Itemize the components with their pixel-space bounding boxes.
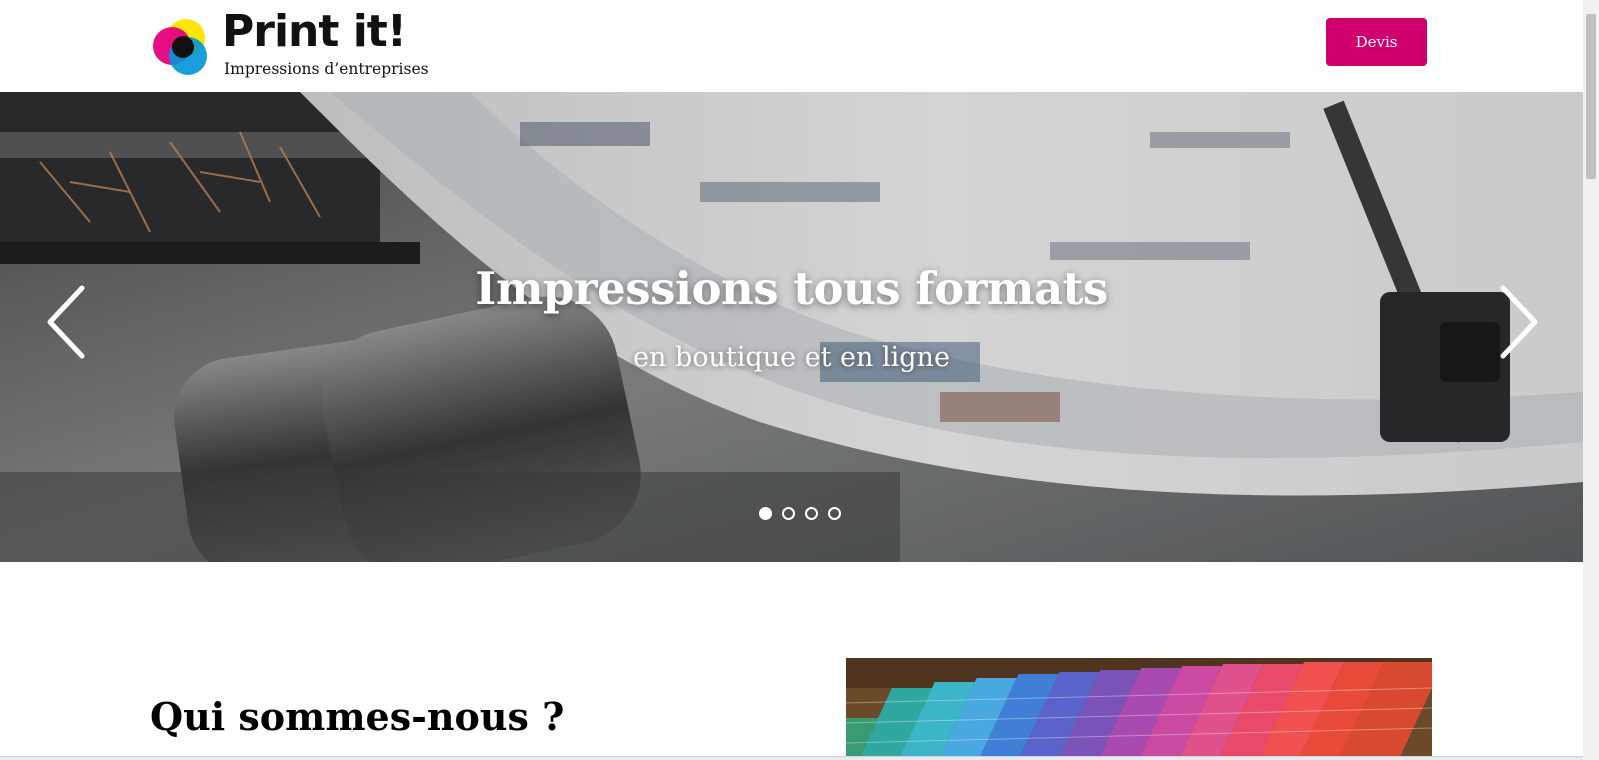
site-header: Print it! Impressions d’entreprises Devi… [0,0,1583,92]
carousel-indicators [0,507,1583,520]
carousel-dot-4[interactable] [827,507,841,520]
color-swatches-image [846,658,1432,756]
chevron-left-icon [47,285,85,359]
page-scrollbar[interactable] [1583,0,1599,760]
bottom-edge [0,756,1583,760]
about-title: Qui sommes-nous ? [150,694,565,739]
scrollbar-thumb[interactable] [1586,14,1596,179]
carousel-next-button[interactable] [1493,282,1543,362]
carousel-dot-1[interactable] [758,507,772,520]
hero-carousel: Impressions tous formats en boutique et … [0,92,1583,562]
carousel-dot-3[interactable] [804,507,818,520]
chevron-right-icon [1500,285,1538,359]
hero-printing-press-image [0,92,1583,562]
hero-title: Impressions tous formats [475,262,1108,315]
carousel-dot-2[interactable] [781,507,795,520]
logo-tagline: Impressions d’entreprises [224,60,429,78]
hero-subtitle: en boutique et en ligne [633,342,950,373]
devis-button[interactable]: Devis [1326,18,1427,66]
carousel-prev-button[interactable] [42,282,92,362]
logo-circles-icon [153,19,207,75]
logo-title: Print it! [222,6,407,57]
logo[interactable]: Print it! Impressions d’entreprises [150,6,429,80]
